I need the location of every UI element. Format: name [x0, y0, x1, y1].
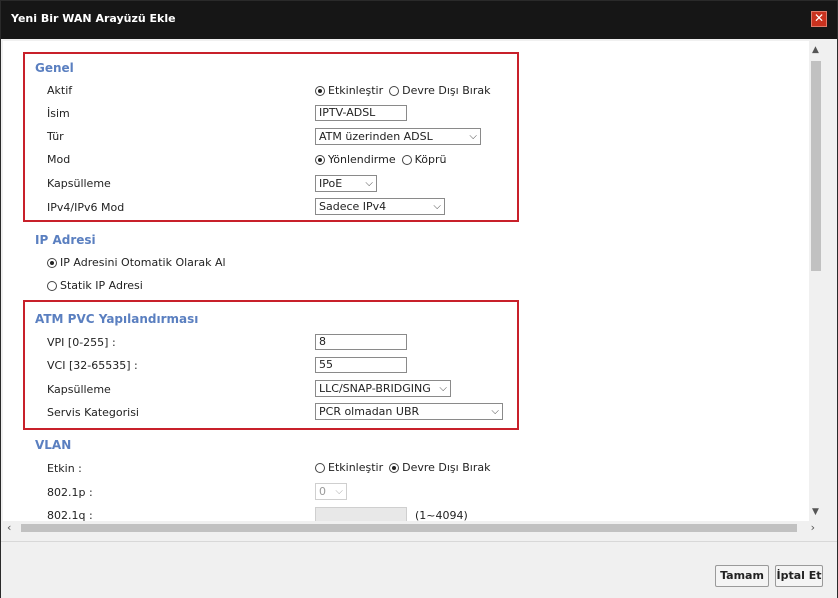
vertical-scroll-thumb[interactable]	[811, 61, 821, 271]
radio-vlan-enable-label[interactable]: Etkinleştir	[328, 461, 383, 474]
radio-ip-auto[interactable]	[47, 257, 57, 268]
8021p-select-value: 0	[319, 485, 326, 498]
cancel-button[interactable]: İptal Et	[775, 565, 823, 587]
ip-static-option: Statik IP Adresi	[47, 279, 149, 292]
atm-kapsulleme-select[interactable]: LLC/SNAP-BRIDGING ⌵	[315, 380, 451, 397]
servis-select[interactable]: PCR olmadan UBR ⌵	[315, 403, 503, 420]
scroll-up-icon[interactable]: ▲	[812, 45, 819, 55]
label-tur: Tür	[47, 130, 64, 143]
servis-select-value: PCR olmadan UBR	[319, 405, 420, 418]
radio-vlan-enable[interactable]	[315, 462, 325, 473]
radio-mod-yonlendirme-label[interactable]: Yönlendirme	[328, 153, 396, 166]
8021p-select[interactable]: 0 ⌵	[315, 483, 347, 500]
chevron-down-icon: ⌵	[439, 383, 447, 394]
ipmod-select-value: Sadece IPv4	[319, 200, 387, 213]
section-title-atm: ATM PVC Yapılandırması	[35, 312, 199, 326]
label-isim: İsim	[47, 107, 70, 120]
dialog-window: Yeni Bir WAN Arayüzü Ekle ✕ Genel Aktif …	[0, 0, 838, 598]
radio-mod-yonlendirme[interactable]	[315, 154, 325, 165]
radio-ip-static[interactable]	[47, 280, 57, 291]
chevron-down-icon: ⌵	[335, 486, 343, 497]
label-aktif: Aktif	[47, 84, 73, 97]
label-mod: Mod	[47, 153, 71, 166]
title-bar: Yeni Bir WAN Arayüzü Ekle ✕	[1, 1, 837, 39]
section-title-genel: Genel	[35, 61, 74, 75]
tur-select[interactable]: ATM üzerinden ADSL ⌵	[315, 128, 481, 145]
chevron-down-icon: ⌵	[491, 406, 499, 417]
label-atm-kapsulleme: Kapsülleme	[47, 383, 111, 396]
label-vci: VCI [32-65535] :	[47, 359, 138, 372]
radio-ip-auto-label[interactable]: IP Adresini Otomatik Olarak Al	[60, 256, 226, 269]
dialog-footer: Tamam İptal Et	[1, 541, 837, 598]
close-icon[interactable]: ✕	[811, 11, 827, 27]
scroll-down-icon[interactable]: ▼	[812, 507, 819, 517]
scroll-right-icon[interactable]: ›	[811, 521, 815, 534]
radio-ip-static-label[interactable]: Statik IP Adresi	[60, 279, 143, 292]
radio-mod-kopru-label[interactable]: Köprü	[415, 153, 447, 166]
radio-vlan-disable[interactable]	[389, 462, 400, 473]
isim-input[interactable]: IPTV-ADSL	[315, 105, 407, 121]
8021q-range-hint: (1~4094)	[415, 509, 468, 521]
form-content: Genel Aktif Etkinleştir Devre Dışı Bırak…	[3, 41, 809, 521]
radio-aktif-enable[interactable]	[315, 85, 325, 96]
radio-mod-kopru[interactable]	[401, 154, 412, 165]
radio-aktif-disable-label[interactable]: Devre Dışı Bırak	[402, 84, 490, 97]
label-8021p: 802.1p :	[47, 486, 93, 499]
ip-auto-option: IP Adresini Otomatik Olarak Al	[47, 256, 232, 269]
atm-kapsulleme-select-value: LLC/SNAP-BRIDGING	[319, 382, 431, 395]
radio-aktif-disable[interactable]	[389, 85, 400, 96]
scroll-left-icon[interactable]: ‹	[7, 521, 11, 534]
label-vlan-etkin: Etkin :	[47, 462, 82, 475]
section-title-ip-adresi: IP Adresi	[35, 233, 96, 247]
ipmod-select[interactable]: Sadece IPv4 ⌵	[315, 198, 445, 215]
horizontal-scroll-thumb[interactable]	[21, 524, 797, 532]
dialog-title: Yeni Bir WAN Arayüzü Ekle	[11, 12, 176, 25]
label-8021q: 802.1q :	[47, 509, 93, 521]
mod-radio-group: Yönlendirme Köprü	[315, 153, 452, 166]
label-servis: Servis Kategorisi	[47, 406, 139, 419]
vertical-scrollbar[interactable]: ▲ ▼	[809, 41, 823, 521]
vlan-etkin-radio-group: Etkinleştir Devre Dışı Bırak	[315, 461, 496, 474]
radio-vlan-disable-label[interactable]: Devre Dışı Bırak	[402, 461, 490, 474]
vpi-input[interactable]: 8	[315, 334, 407, 350]
ok-button[interactable]: Tamam	[715, 565, 769, 587]
chevron-down-icon: ⌵	[433, 201, 441, 212]
8021q-input[interactable]	[315, 507, 407, 521]
horizontal-scrollbar[interactable]: ‹ ›	[3, 521, 823, 535]
kapsulleme-select[interactable]: IPoE ⌵	[315, 175, 377, 192]
label-vpi: VPI [0-255] :	[47, 336, 116, 349]
section-title-vlan: VLAN	[35, 438, 72, 452]
chevron-down-icon: ⌵	[469, 131, 477, 142]
radio-aktif-enable-label[interactable]: Etkinleştir	[328, 84, 383, 97]
kapsulleme-select-value: IPoE	[319, 177, 343, 190]
tur-select-value: ATM üzerinden ADSL	[319, 130, 433, 143]
label-kapsulleme: Kapsülleme	[47, 177, 111, 190]
label-ipmod: IPv4/IPv6 Mod	[47, 201, 125, 214]
vci-input[interactable]: 55	[315, 357, 407, 373]
aktif-radio-group: Etkinleştir Devre Dışı Bırak	[315, 84, 496, 97]
chevron-down-icon: ⌵	[365, 178, 373, 189]
